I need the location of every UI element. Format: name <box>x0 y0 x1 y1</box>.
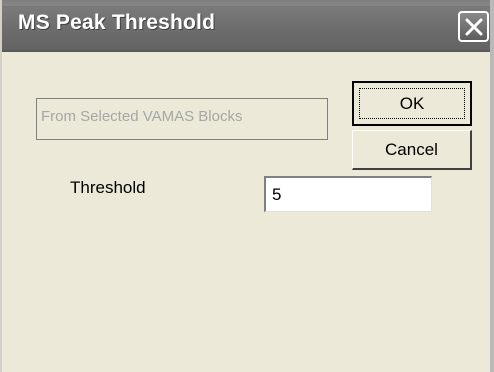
source-group-label: From Selected VAMAS Blocks <box>41 108 243 125</box>
threshold-input[interactable] <box>264 176 432 212</box>
dialog-body: From Selected VAMAS Blocks OK Cancel Thr… <box>2 52 490 372</box>
ok-focus-rect <box>359 88 465 119</box>
window-title: MS Peak Threshold <box>18 11 216 34</box>
cancel-button[interactable]: Cancel <box>352 130 472 170</box>
title-bar[interactable]: MS Peak Threshold <box>2 0 490 52</box>
close-icon <box>465 18 482 35</box>
cancel-button-label: Cancel <box>385 139 438 159</box>
threshold-label: Threshold <box>70 178 146 197</box>
dialog-window: MS Peak Threshold From Selected VAMAS Bl… <box>0 0 494 372</box>
source-group-box: From Selected VAMAS Blocks <box>36 98 328 140</box>
ok-button[interactable]: OK <box>352 81 472 126</box>
close-button[interactable] <box>458 11 489 42</box>
